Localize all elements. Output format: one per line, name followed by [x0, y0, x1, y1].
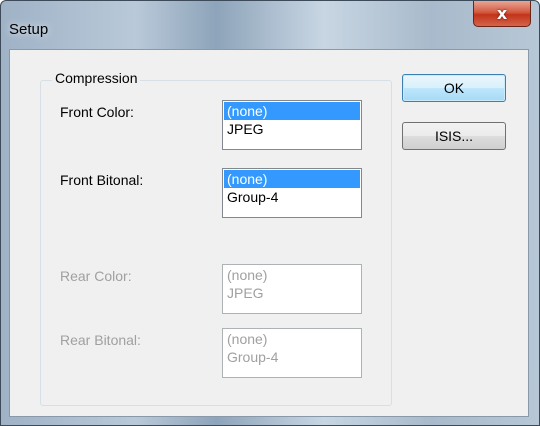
isis-button[interactable]: ISIS... [402, 122, 506, 150]
front-color-option-jpeg[interactable]: JPEG [224, 120, 360, 138]
front-bitonal-listbox[interactable]: (none) Group-4 [222, 168, 362, 218]
front-color-listbox[interactable]: (none) JPEG [222, 100, 362, 150]
front-bitonal-label: Front Bitonal: [60, 172, 144, 188]
close-icon: x [496, 4, 508, 23]
compression-group-label: Compression [52, 70, 141, 86]
rear-color-label: Rear Color: [60, 268, 132, 284]
rear-color-option-jpeg: JPEG [227, 285, 264, 301]
rear-bitonal-option-none: (none) [227, 331, 268, 347]
front-color-option-none[interactable]: (none) [224, 102, 360, 120]
ok-button[interactable]: OK [402, 74, 506, 102]
rear-color-option-none: (none) [227, 267, 268, 283]
front-bitonal-option-none[interactable]: (none) [224, 170, 360, 188]
rear-bitonal-option-group4: Group-4 [227, 349, 279, 365]
dialog-client-area: Compression Front Color: (none) JPEG Fro… [9, 49, 529, 417]
front-color-label: Front Color: [60, 104, 134, 120]
rear-color-listbox: (none) JPEG [222, 264, 362, 314]
front-bitonal-option-group4[interactable]: Group-4 [224, 188, 360, 206]
rear-bitonal-label: Rear Bitonal: [60, 332, 141, 348]
window-frame: Setup x Compression Front Color: (none) … [0, 0, 540, 426]
close-button[interactable]: x [473, 1, 531, 27]
window-title: Setup [9, 21, 49, 38]
rear-bitonal-listbox: (none) Group-4 [222, 328, 362, 378]
